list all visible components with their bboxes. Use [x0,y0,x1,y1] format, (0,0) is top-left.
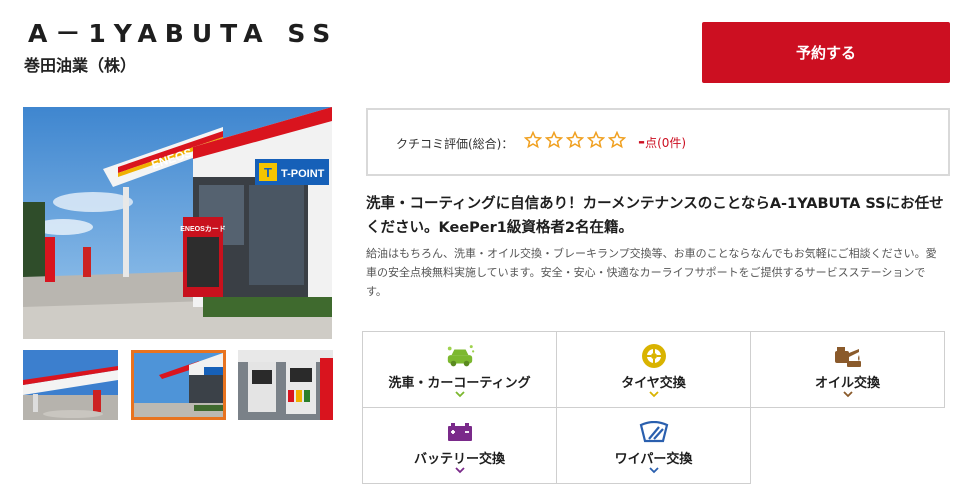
review-label: クチコミ評価(総合)： [396,137,514,151]
thumbnail-2-selected[interactable] [131,350,226,420]
star-icon [545,131,563,149]
shop-headline: 洗車・コーティングに自信あり！カーメンテナンスのことならA-1YABUTA SS… [366,196,944,236]
service-label: 洗車・カーコーティング [388,376,531,391]
page-title: A－1YABUTA SS [28,19,339,48]
service-wiper[interactable]: ワイパー交換 [556,407,751,484]
tpoint-sign-letter: T [264,165,272,180]
main-station-photo: T T-POINT ENEOSカード ENEOS [23,107,332,339]
chevron-down-icon [454,391,465,398]
service-car-wash[interactable]: 洗車・カーコーティング [362,331,557,408]
thumbnail-1[interactable] [23,350,118,420]
tpoint-sign: T-POINT [281,168,325,180]
chevron-down-icon [648,391,659,398]
car-wash-icon [445,342,475,370]
star-icon [608,131,626,149]
chevron-down-icon [648,467,659,474]
review-summary: クチコミ評価(総合)： -点(0件) [366,108,950,176]
star-icon [566,131,584,149]
wiper-icon [639,418,669,446]
score-suffix: 点(0件) [645,136,687,150]
company-name: 巻田油業（株） [24,56,137,75]
service-label: タイヤ交換 [621,376,686,391]
tire-icon [639,342,669,370]
eneos-card-sign: ENEOSカード [180,225,226,233]
service-label: バッテリー交換 [413,452,505,467]
oil-can-icon [833,342,863,370]
service-oil[interactable]: オイル交換 [750,331,945,408]
star-icon [524,131,542,149]
battery-icon [445,418,475,446]
service-tire[interactable]: タイヤ交換 [556,331,751,408]
thumbnail-3[interactable] [238,350,333,420]
service-label: オイル交換 [814,376,880,391]
shop-description: 給油はもちろん、洗車・オイル交換・ブレーキランプ交換等、お車のことならなんでもお… [366,247,937,298]
chevron-down-icon [842,391,853,398]
reserve-button[interactable]: 予約する [702,22,950,83]
star-icon [587,131,605,149]
review-score[interactable]: -点(0件) [638,132,686,152]
service-battery[interactable]: バッテリー交換 [362,407,557,484]
score-value: - [638,132,646,152]
service-label: ワイパー交換 [614,452,693,467]
chevron-down-icon [454,467,465,474]
rating-stars [524,131,626,149]
